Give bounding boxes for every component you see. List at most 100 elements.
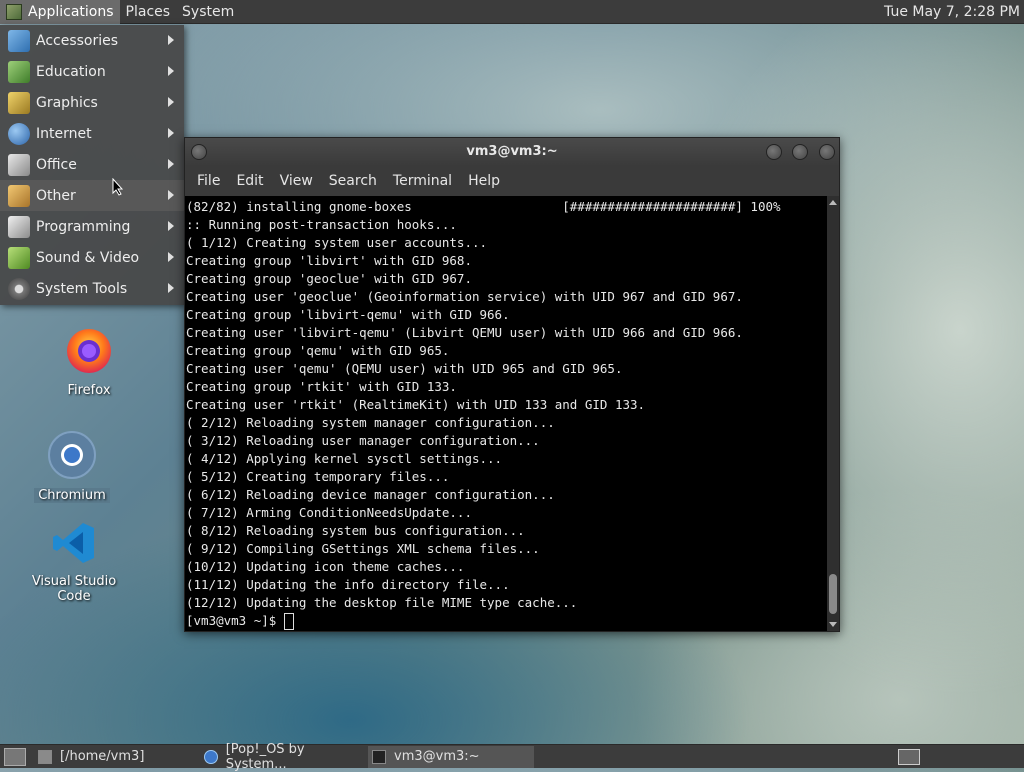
desktop-icon-chromium[interactable]: Chromium — [17, 430, 127, 503]
chevron-right-icon — [168, 221, 174, 231]
scroll-up-icon[interactable] — [829, 200, 837, 205]
terminal-line: ( 1/12) Creating system user accounts... — [186, 235, 488, 250]
terminal-line: ( 8/12) Reloading system bus configurati… — [186, 523, 525, 538]
browser-icon — [204, 749, 218, 764]
desktop-icon-label: Visual Studio Code — [31, 574, 117, 604]
clock[interactable]: Tue May 7, 2:28 PM — [884, 4, 1024, 20]
menu-item-label: Graphics — [36, 94, 98, 111]
applications-menu[interactable]: Applications — [0, 0, 120, 24]
minimize-button[interactable] — [766, 144, 782, 160]
menu-item-accessories[interactable]: Accessories — [0, 25, 184, 56]
menu-item-label: System Tools — [36, 280, 128, 297]
menu-help[interactable]: Help — [460, 173, 508, 189]
chevron-right-icon — [168, 159, 174, 169]
menu-item-label: Other — [36, 187, 76, 204]
titlebar[interactable]: vm3@vm3:~ — [185, 138, 839, 166]
chevron-right-icon — [168, 66, 174, 76]
terminal-line: (10/12) Updating icon theme caches... — [186, 559, 465, 574]
terminal-icon — [372, 749, 386, 764]
menu-item-graphics[interactable]: Graphics — [0, 87, 184, 118]
menu-item-system-tools[interactable]: System Tools — [0, 273, 184, 304]
terminal-line: Creating user 'qemu' (QEMU user) with UI… — [186, 361, 623, 376]
terminal-line: (12/12) Updating the desktop file MIME t… — [186, 595, 578, 610]
accessories-icon — [8, 29, 30, 52]
sound-video-icon — [8, 246, 30, 269]
terminal-prompt: [vm3@vm3 ~]$ — [186, 613, 284, 628]
top-panel: Applications Places System Tue May 7, 2:… — [0, 0, 1024, 24]
education-icon — [8, 60, 30, 83]
chevron-right-icon — [168, 35, 174, 45]
maximize-button[interactable] — [792, 144, 808, 160]
menu-search[interactable]: Search — [321, 173, 385, 189]
internet-icon — [8, 122, 30, 145]
desktop-icon-vscode[interactable]: Visual Studio Code — [19, 520, 129, 604]
chevron-right-icon — [168, 283, 174, 293]
text-cursor — [283, 613, 294, 630]
menu-item-label: Internet — [36, 125, 92, 142]
terminal-line: Creating user 'rtkit' (RealtimeKit) with… — [186, 397, 646, 412]
terminal-line: Creating group 'geoclue' with GID 967. — [186, 271, 472, 286]
close-button[interactable] — [819, 144, 835, 160]
system-menu[interactable]: System — [176, 0, 240, 24]
task-label: [Pop!_OS by System... — [225, 741, 305, 772]
terminal-line: ( 5/12) Creating temporary files... — [186, 469, 450, 484]
terminal-output[interactable]: (82/82) installing gnome-boxes [########… — [185, 196, 827, 631]
task-label: vm3@vm3:~ — [394, 749, 480, 764]
terminal-line: ( 6/12) Reloading device manager configu… — [186, 487, 555, 502]
menu-item-programming[interactable]: Programming — [0, 211, 184, 242]
menu-item-internet[interactable]: Internet — [0, 118, 184, 149]
firefox-icon — [67, 329, 111, 373]
menu-item-other[interactable]: Other — [0, 178, 184, 211]
terminal-menubar: File Edit View Search Terminal Help — [185, 166, 839, 196]
desktop-icon-label: Firefox — [67, 383, 111, 398]
task-home-folder[interactable]: [/home/vm3] — [34, 746, 198, 768]
menu-item-office[interactable]: Office — [0, 149, 184, 180]
vscode-icon — [53, 523, 94, 563]
menu-item-label: Programming — [36, 218, 131, 235]
menu-item-label: Accessories — [36, 32, 119, 49]
task-label: [/home/vm3] — [60, 749, 145, 764]
top-menu: Applications Places System — [0, 0, 240, 24]
places-menu[interactable]: Places — [120, 0, 177, 24]
terminal-line: ( 3/12) Reloading user manager configura… — [186, 433, 540, 448]
terminal-line: Creating user 'geoclue' (Geoinformation … — [186, 289, 743, 304]
applications-dropdown: Accessories Education Graphics Internet … — [0, 25, 184, 305]
chevron-right-icon — [168, 190, 174, 200]
terminal-line: ( 2/12) Reloading system manager configu… — [186, 415, 555, 430]
office-icon — [8, 153, 30, 176]
menu-item-label: Office — [36, 156, 77, 173]
show-desktop-button[interactable] — [4, 747, 26, 766]
terminal-scrollbar[interactable] — [827, 196, 839, 631]
terminal-window[interactable]: vm3@vm3:~ File Edit View Search Terminal… — [184, 137, 840, 632]
task-browser[interactable]: [Pop!_OS by System... — [200, 742, 366, 772]
menu-file[interactable]: File — [189, 173, 228, 189]
menu-item-sound-video[interactable]: Sound & Video — [0, 242, 184, 273]
terminal-line: ( 7/12) Arming ConditionNeedsUpdate... — [186, 505, 472, 520]
menu-item-label: Sound & Video — [36, 249, 140, 266]
menu-view[interactable]: View — [272, 173, 321, 189]
menu-item-education[interactable]: Education — [0, 56, 184, 87]
window-title: vm3@vm3:~ — [466, 144, 558, 159]
programming-icon — [8, 215, 30, 238]
terminal-line: (11/12) Updating the info directory file… — [186, 577, 510, 592]
desktop-icon-label: Chromium — [34, 488, 110, 503]
terminal-line: Creating group 'qemu' with GID 965. — [186, 343, 450, 358]
task-terminal[interactable]: vm3@vm3:~ — [368, 745, 534, 768]
terminal-line: Creating group 'rtkit' with GID 133. — [186, 379, 457, 394]
mouse-cursor-icon — [112, 178, 124, 196]
menu-edit[interactable]: Edit — [228, 173, 271, 189]
terminal-prompt-line[interactable]: [vm3@vm3 ~]$ — [185, 612, 827, 630]
applications-label: Applications — [28, 3, 114, 20]
terminal-line: ( 9/12) Compiling GSettings XML schema f… — [186, 541, 540, 556]
workspace-switcher[interactable] — [898, 748, 920, 765]
terminal-line: Creating group 'libvirt-qemu' with GID 9… — [186, 307, 510, 322]
menu-terminal[interactable]: Terminal — [385, 173, 460, 189]
other-icon — [8, 184, 30, 207]
folder-icon — [38, 749, 52, 764]
graphics-icon — [8, 91, 30, 114]
scroll-down-icon[interactable] — [829, 622, 837, 627]
scroll-thumb[interactable] — [829, 574, 837, 614]
system-tools-icon — [8, 277, 30, 300]
desktop-icon-firefox[interactable]: Firefox — [34, 325, 144, 398]
terminal-line: :: Running post-transaction hooks... — [186, 217, 457, 232]
